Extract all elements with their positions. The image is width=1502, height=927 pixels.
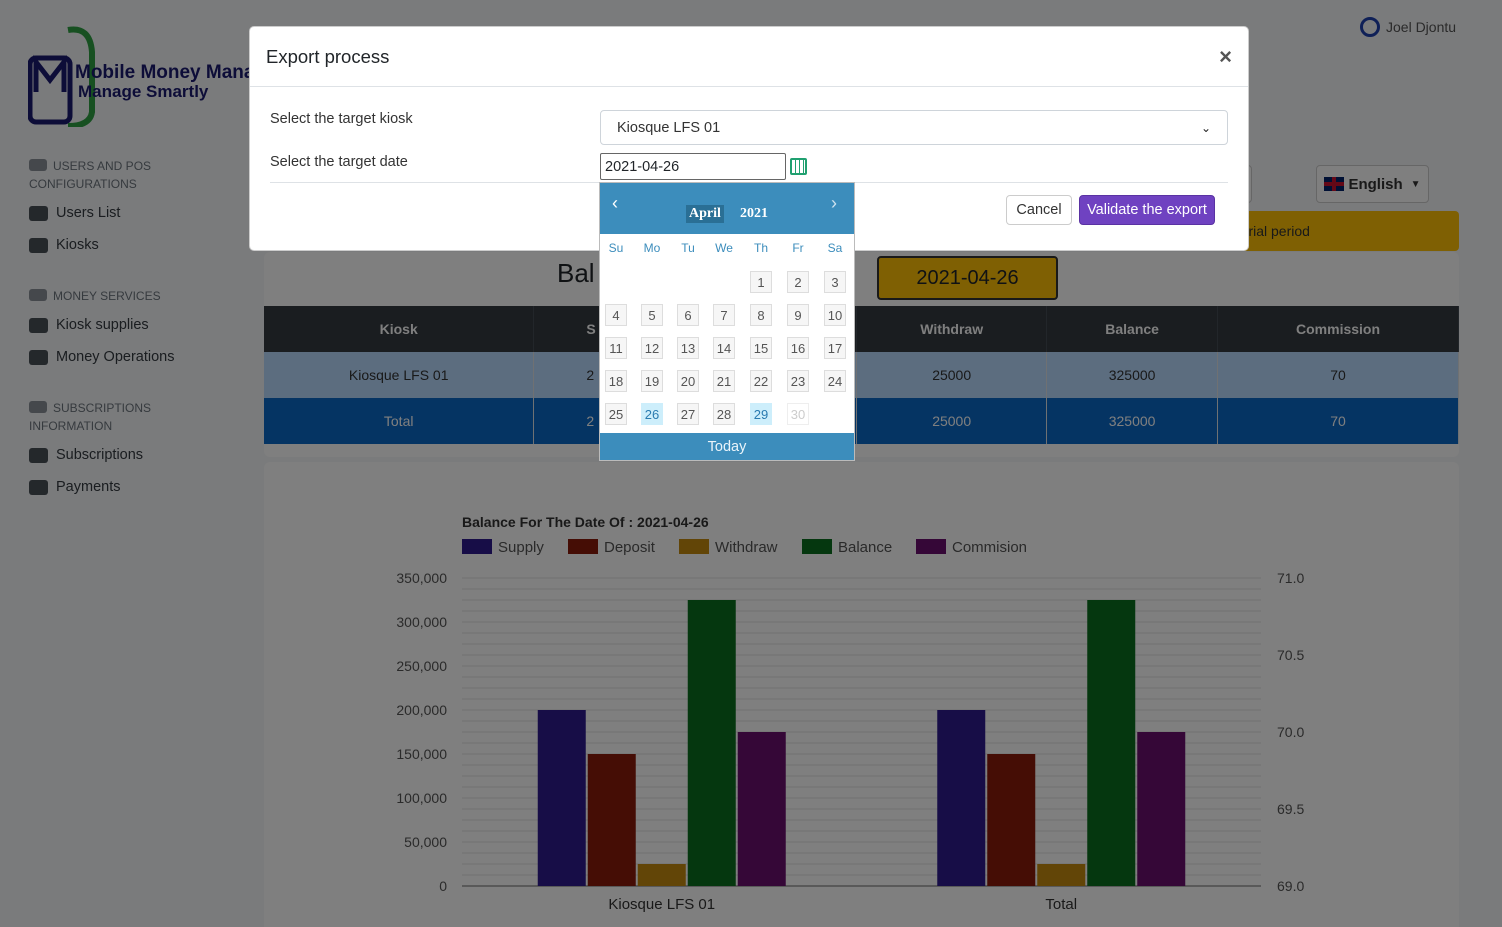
calendar-day[interactable]: 11: [605, 337, 627, 359]
calendar-day[interactable]: 20: [677, 370, 699, 392]
validate-export-button[interactable]: Validate the export: [1079, 195, 1215, 225]
calendar-day[interactable]: 14: [713, 337, 735, 359]
calendar-day[interactable]: 9: [787, 304, 809, 326]
calendar-day[interactable]: 15: [750, 337, 772, 359]
calendar-day[interactable]: 2: [787, 271, 809, 293]
weekday-label: Tu: [681, 241, 695, 255]
date-label: Select the target date: [270, 154, 408, 170]
close-icon[interactable]: ×: [1219, 44, 1232, 70]
next-month-icon[interactable]: ›: [831, 193, 837, 214]
prev-month-icon[interactable]: ‹: [612, 193, 618, 214]
calendar-day[interactable]: 10: [824, 304, 846, 326]
year-select[interactable]: 2021: [737, 205, 771, 223]
weekday-label: Mo: [643, 241, 661, 255]
weekday-label: Th: [753, 241, 768, 255]
kiosk-label: Select the target kiosk: [270, 111, 413, 127]
datepicker: ‹ April 2021 › Today Su Mo Tu We Th Fr Sa 1 2 3 4 5…: [599, 182, 855, 461]
cancel-button[interactable]: Cancel: [1006, 195, 1072, 225]
calendar-icon[interactable]: [790, 158, 807, 175]
calendar-day[interactable]: 1: [750, 271, 772, 293]
calendar-day[interactable]: 5: [641, 304, 663, 326]
calendar-day[interactable]: 6: [677, 304, 699, 326]
calendar-day[interactable]: 28: [713, 403, 735, 425]
calendar-day[interactable]: 21: [713, 370, 735, 392]
calendar-day: 30: [787, 403, 809, 425]
calendar-day[interactable]: 29: [750, 403, 772, 425]
weekday-label: Fr: [792, 241, 804, 255]
today-button[interactable]: Today: [600, 433, 854, 460]
calendar-day[interactable]: 18: [605, 370, 627, 392]
calendar-day[interactable]: 13: [677, 337, 699, 359]
calendar-day[interactable]: 27: [677, 403, 699, 425]
modal-title: Export process: [266, 45, 390, 67]
modal-header: Export process ×: [250, 27, 1248, 87]
chevron-down-icon: ⌄: [1200, 120, 1211, 135]
calendar-day[interactable]: 7: [713, 304, 735, 326]
weekday-label: We: [715, 241, 733, 255]
kiosk-select[interactable]: Kiosque LFS 01 ⌄: [600, 110, 1228, 145]
calendar-day[interactable]: 8: [750, 304, 772, 326]
weekday-label: Su: [608, 241, 624, 255]
calendar-day[interactable]: 24: [824, 370, 846, 392]
calendar-day[interactable]: 16: [787, 337, 809, 359]
calendar-day[interactable]: 3: [824, 271, 846, 293]
calendar-day[interactable]: 4: [605, 304, 627, 326]
calendar-day[interactable]: 17: [824, 337, 846, 359]
datepicker-header: ‹ April 2021 ›: [600, 183, 854, 234]
month-select[interactable]: April: [686, 205, 724, 223]
calendar-day[interactable]: 25: [605, 403, 627, 425]
calendar-day[interactable]: 26: [641, 403, 663, 425]
weekday-label: Sa: [827, 241, 843, 255]
calendar-day[interactable]: 22: [750, 370, 772, 392]
calendar-day[interactable]: 23: [787, 370, 809, 392]
calendar-day[interactable]: 19: [641, 370, 663, 392]
calendar-day[interactable]: 12: [641, 337, 663, 359]
date-input[interactable]: [600, 153, 786, 180]
